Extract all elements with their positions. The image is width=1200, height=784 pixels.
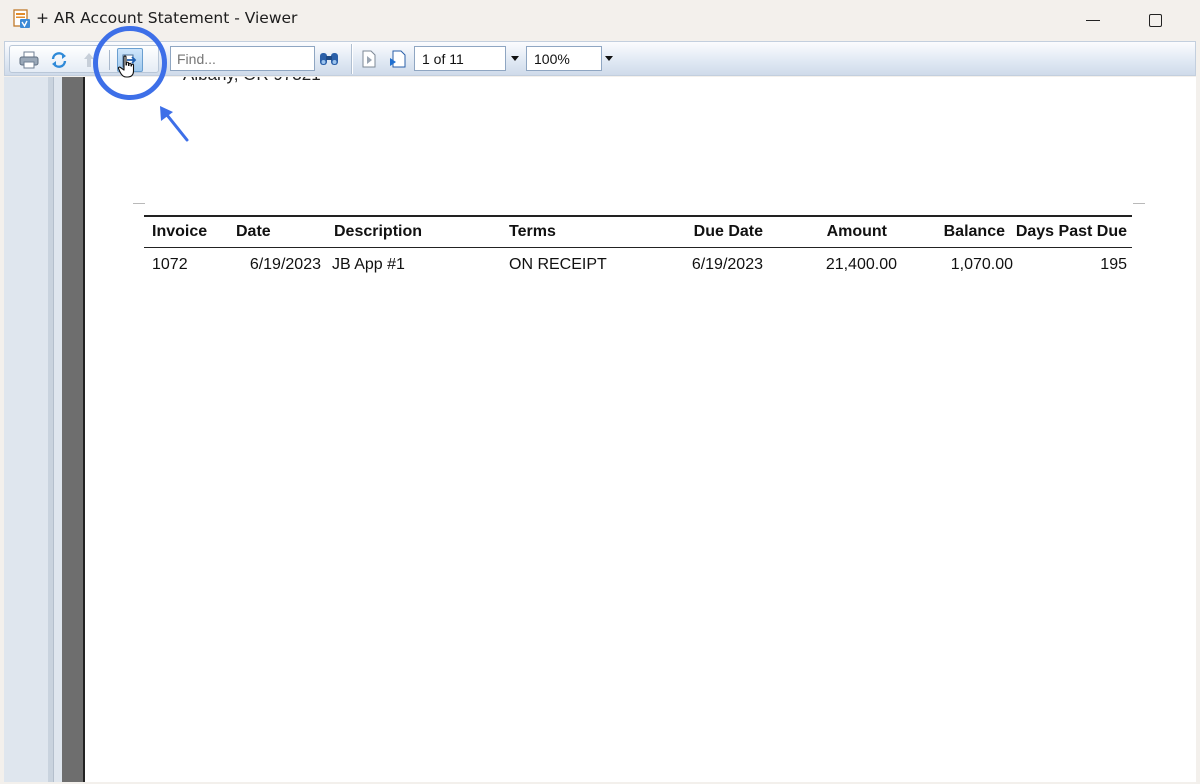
maximize-button[interactable]	[1132, 0, 1178, 40]
annotation-arrow-icon	[160, 106, 189, 142]
printer-icon	[19, 51, 39, 69]
customer-address-line: Albany, OR 97321	[183, 77, 321, 85]
cell-amount: 21,400.00	[825, 256, 897, 273]
col-header-days-past-due: Days Past Due	[1015, 223, 1127, 240]
refresh-icon	[51, 52, 67, 68]
margin-mark-left	[133, 203, 145, 204]
toolbar-grip	[351, 44, 353, 74]
hand-cursor-icon	[117, 55, 135, 78]
table-header-rule	[144, 247, 1132, 248]
zoom-select[interactable]: 100%	[526, 46, 602, 71]
col-header-due-date: Due Date	[693, 223, 763, 240]
minimize-icon	[1086, 19, 1100, 22]
col-header-date: Date	[236, 223, 271, 240]
report-viewer-icon	[13, 9, 30, 28]
cell-terms: ON RECEIPT	[509, 256, 607, 273]
margin-mark-right	[1133, 203, 1145, 204]
left-panel	[4, 77, 48, 782]
col-header-invoice: Invoice	[152, 223, 208, 240]
previous-page-button[interactable]	[356, 47, 382, 71]
title-bar: + AR Account Statement - Viewer	[0, 0, 1200, 40]
zoom-dropdown-arrow-icon[interactable]	[605, 56, 613, 61]
cell-due-date: 6/19/2023	[691, 256, 763, 273]
page-shadow	[62, 77, 84, 782]
viewer-window: + AR Account Statement - Viewer Find... …	[0, 0, 1200, 784]
cell-invoice: 1072	[152, 256, 188, 273]
viewer-toolbar: 1 of 11 100%	[4, 41, 1196, 76]
find-input[interactable]	[170, 46, 315, 71]
previous-page-icon	[362, 50, 376, 68]
report-page: Albany, OR 97321 Invoice Date Descriptio…	[83, 77, 1196, 782]
print-button[interactable]	[16, 48, 42, 72]
page-dropdown-arrow-icon[interactable]	[511, 56, 519, 61]
find-button[interactable]	[316, 47, 342, 71]
refresh-button[interactable]	[46, 48, 72, 72]
cell-description: JB App #1	[332, 256, 405, 273]
left-panel-border	[48, 77, 54, 782]
next-page-button[interactable]	[385, 47, 411, 71]
col-header-description: Description	[334, 223, 423, 240]
col-header-terms: Terms	[509, 223, 556, 240]
cell-balance: 1,070.00	[950, 256, 1013, 273]
cell-date: 6/19/2023	[249, 256, 321, 273]
page-indicator[interactable]: 1 of 11	[414, 46, 506, 71]
maximize-icon	[1148, 13, 1162, 27]
binoculars-icon	[320, 53, 338, 65]
report-viewer-area: Albany, OR 97321 Invoice Date Descriptio…	[4, 77, 1196, 782]
col-header-balance: Balance	[943, 223, 1005, 240]
next-page-icon	[390, 50, 406, 68]
col-header-amount: Amount	[826, 223, 887, 240]
window-title: + AR Account Statement - Viewer	[36, 9, 298, 27]
table-top-rule	[144, 215, 1132, 217]
minimize-button[interactable]	[1070, 0, 1116, 40]
cell-days-past-due: 195	[1100, 256, 1127, 273]
